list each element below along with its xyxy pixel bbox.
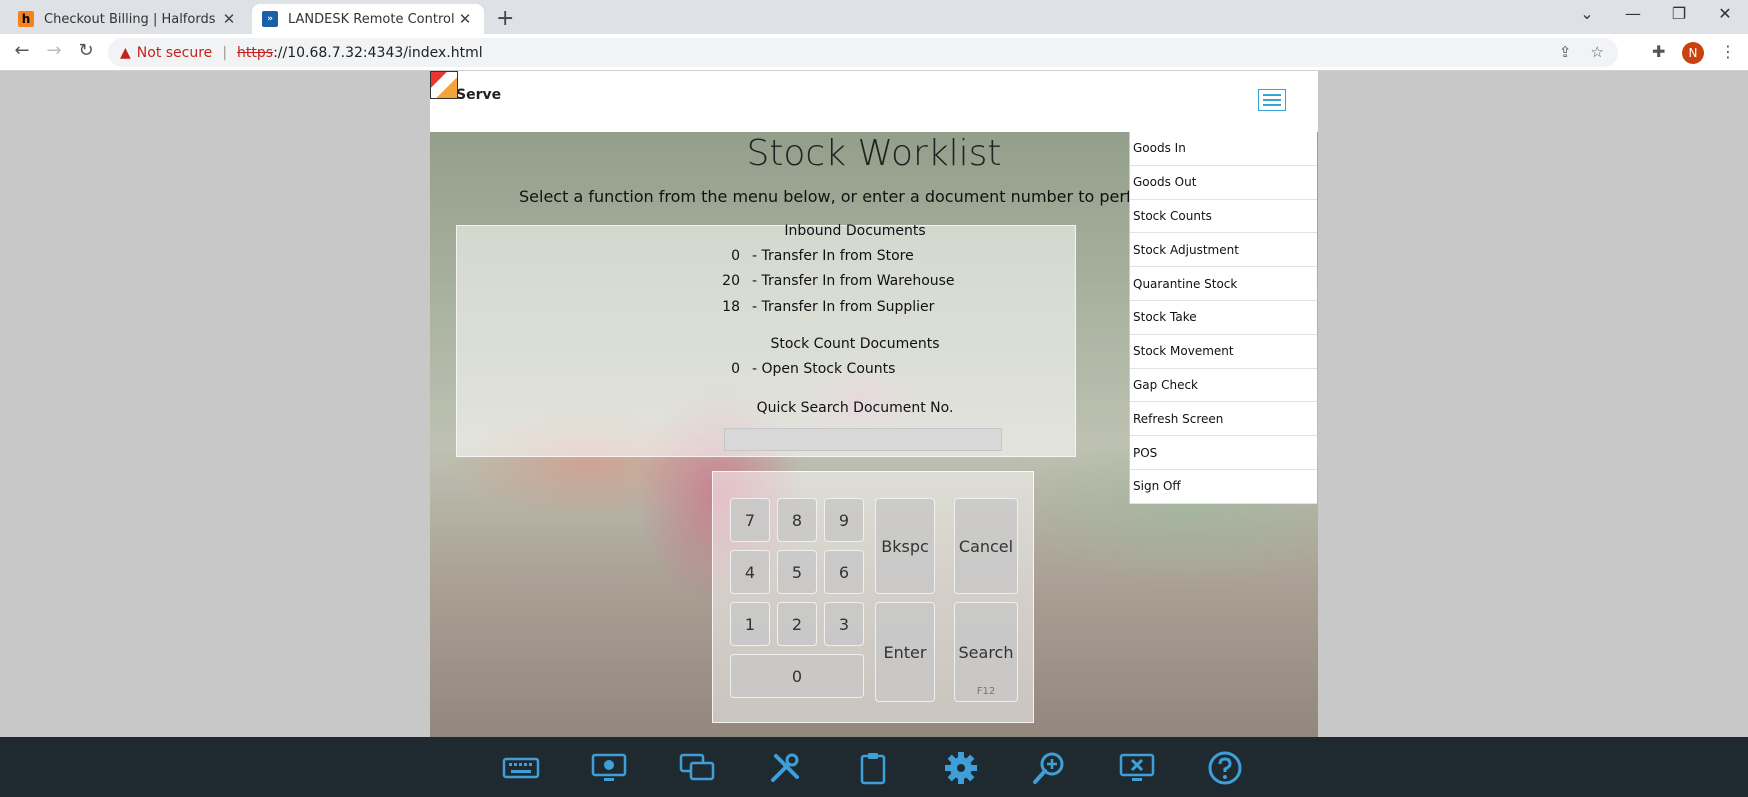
menu-toggle-icon[interactable] <box>1258 89 1286 111</box>
remote-screen[interactable]: Serve Stock Worklist Select a function f… <box>430 71 1318 737</box>
menu-item-quarantine-stock[interactable]: Quarantine Stock <box>1130 267 1317 301</box>
address-bar[interactable]: ▲ Not secure | https ://10.68.7.32:4343/… <box>108 38 1618 67</box>
close-tab-icon[interactable]: ✕ <box>456 10 474 28</box>
search-shortcut-hint: F12 <box>976 686 996 697</box>
profile-avatar[interactable]: N <box>1682 42 1704 64</box>
keyboard-icon[interactable] <box>502 749 540 787</box>
close-window-icon[interactable]: ✕ <box>1702 4 1748 23</box>
back-icon[interactable]: ← <box>8 40 36 61</box>
bookmark-star-icon[interactable]: ☆ <box>1591 43 1604 61</box>
menu-item-goods-in[interactable]: Goods In <box>1130 132 1317 166</box>
app-logo-text: Serve <box>456 87 502 103</box>
key-4[interactable]: 4 <box>730 550 770 594</box>
doc-label: - Transfer In from Supplier <box>752 299 935 315</box>
address-bar-row: ← → ↻ ▲ Not secure | https ://10.68.7.32… <box>0 34 1748 71</box>
browser-tab-bar: h Checkout Billing | Halfords UK ✕ » LAN… <box>0 0 1748 34</box>
doc-row-transfer-supplier[interactable]: 18 - Transfer In from Supplier <box>720 299 934 315</box>
menu-item-stock-movement[interactable]: Stock Movement <box>1130 335 1317 369</box>
doc-row-open-stock-counts[interactable]: 0 - Open Stock Counts <box>720 361 895 377</box>
backspace-button[interactable]: Bkspc <box>875 498 935 594</box>
zoom-icon[interactable] <box>1030 749 1068 787</box>
more-menu-icon[interactable]: ⋮ <box>1720 42 1736 61</box>
function-menu: Goods In Goods Out Stock Counts Stock Ad… <box>1129 132 1317 504</box>
app-header: Serve <box>430 71 1318 132</box>
settings-icon[interactable] <box>942 749 980 787</box>
tab-search-icon[interactable]: ⌄ <box>1564 4 1610 23</box>
key-7[interactable]: 7 <box>730 498 770 542</box>
divider: | <box>222 44 228 61</box>
instruction-text: Select a function from the menu below, o… <box>519 187 1179 206</box>
key-8[interactable]: 8 <box>777 498 817 542</box>
url-scheme: https <box>237 44 274 61</box>
clipboard-icon[interactable] <box>854 749 892 787</box>
menu-item-stock-counts[interactable]: Stock Counts <box>1130 200 1317 234</box>
remote-control-toolbar <box>0 737 1748 797</box>
url-text: ://10.68.7.32:4343/index.html <box>273 44 483 61</box>
cancel-button[interactable]: Cancel <box>954 498 1018 594</box>
key-1[interactable]: 1 <box>730 602 770 646</box>
search-button[interactable]: Search F12 <box>954 602 1018 702</box>
restore-icon[interactable]: ❐ <box>1656 4 1702 23</box>
menu-item-refresh-screen[interactable]: Refresh Screen <box>1130 402 1317 437</box>
doc-row-transfer-store[interactable]: 0 - Transfer In from Store <box>720 248 914 264</box>
tab-halfords-checkout[interactable]: h Checkout Billing | Halfords UK ✕ <box>8 4 248 34</box>
doc-label: - Transfer In from Store <box>752 248 914 264</box>
key-2[interactable]: 2 <box>777 602 817 646</box>
key-0[interactable]: 0 <box>730 654 864 698</box>
display-icon[interactable] <box>678 749 716 787</box>
key-6[interactable]: 6 <box>824 550 864 594</box>
tab-landesk-remote-control[interactable]: » LANDESK Remote Control ✕ <box>252 4 484 34</box>
doc-count: 20 <box>722 273 740 289</box>
quick-search-input[interactable] <box>724 428 1002 451</box>
key-9[interactable]: 9 <box>824 498 864 542</box>
app-logo-icon <box>430 71 458 99</box>
enter-button[interactable]: Enter <box>875 602 935 702</box>
menu-item-sign-off[interactable]: Sign Off <box>1130 470 1317 504</box>
doc-label: - Transfer In from Warehouse <box>752 273 955 289</box>
tools-icon[interactable] <box>766 749 804 787</box>
menu-item-goods-out[interactable]: Goods Out <box>1130 166 1317 200</box>
numeric-keypad: 7 8 9 4 5 6 1 2 3 0 Bkspc Cancel Enter S… <box>712 471 1034 723</box>
forward-icon[interactable]: → <box>40 40 68 61</box>
minimize-icon[interactable]: — <box>1610 4 1656 23</box>
close-tab-icon[interactable]: ✕ <box>220 10 238 28</box>
screenshot-icon[interactable] <box>590 749 628 787</box>
doc-count: 0 <box>731 248 740 264</box>
warning-icon[interactable]: ▲ <box>120 45 131 61</box>
doc-row-transfer-warehouse[interactable]: 20 - Transfer In from Warehouse <box>720 273 955 289</box>
new-tab-icon[interactable]: + <box>496 6 514 31</box>
security-label[interactable]: Not secure <box>137 45 213 61</box>
tab-title: LANDESK Remote Control <box>288 11 455 27</box>
extensions-icon[interactable]: ✚ <box>1652 42 1665 61</box>
tab-title: Checkout Billing | Halfords UK <box>44 11 220 27</box>
doc-count: 18 <box>722 299 740 315</box>
menu-item-stock-adjustment[interactable]: Stock Adjustment <box>1130 233 1317 268</box>
search-button-label: Search <box>958 642 1014 662</box>
landesk-favicon-icon: » <box>262 11 278 27</box>
reload-icon[interactable]: ↻ <box>72 40 100 61</box>
help-icon[interactable] <box>1206 749 1244 787</box>
disconnect-icon[interactable] <box>1118 749 1156 787</box>
menu-item-pos[interactable]: POS <box>1130 436 1317 470</box>
share-icon[interactable]: ⇪ ☆ <box>1559 43 1604 61</box>
doc-count: 0 <box>731 361 740 377</box>
key-3[interactable]: 3 <box>824 602 864 646</box>
doc-label: - Open Stock Counts <box>752 361 896 377</box>
halfords-favicon-icon: h <box>18 11 34 27</box>
key-5[interactable]: 5 <box>777 550 817 594</box>
menu-item-stock-take[interactable]: Stock Take <box>1130 301 1317 335</box>
menu-item-gap-check[interactable]: Gap Check <box>1130 369 1317 403</box>
